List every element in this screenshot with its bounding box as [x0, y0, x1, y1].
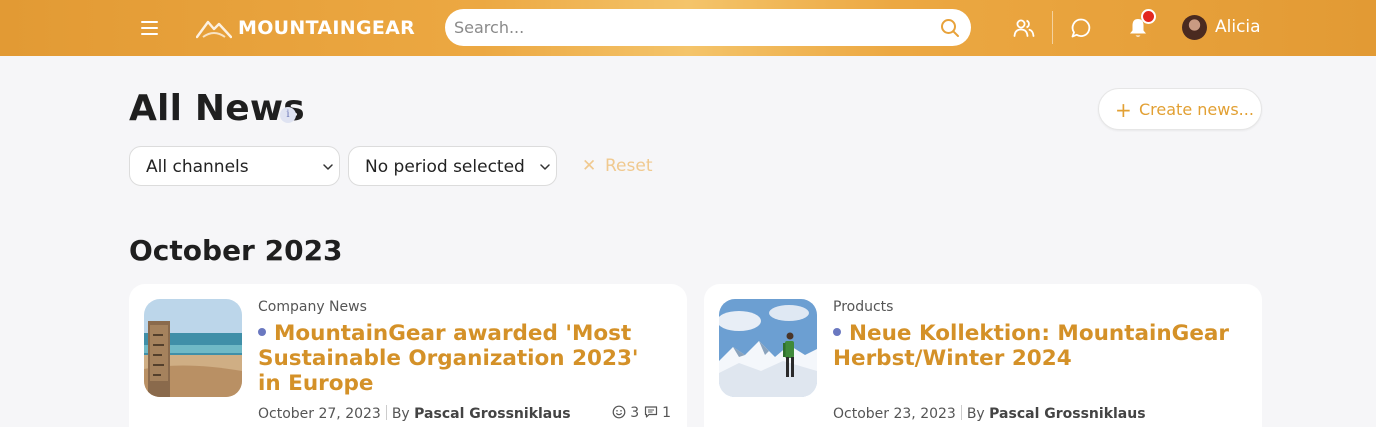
by-label: By — [391, 406, 410, 422]
mountain-logo-icon — [196, 20, 232, 39]
period-select-value: No period selected — [365, 157, 525, 177]
logo-text: MOUNTAINGEAR — [238, 17, 416, 39]
create-news-button[interactable]: + Create news... — [1098, 88, 1262, 130]
news-card[interactable]: Company News MountainGear awarded 'Most … — [129, 284, 687, 427]
news-title: MountainGear awarded 'Most Sustainable O… — [258, 321, 639, 396]
meta-divider — [385, 405, 387, 420]
comment-count: 1 — [662, 405, 671, 421]
channel-select[interactable]: All channels — [129, 146, 340, 186]
news-author[interactable]: Pascal Grossniklaus — [414, 406, 570, 422]
header-divider — [1052, 11, 1053, 44]
meta-divider — [960, 405, 962, 420]
search-icon[interactable] — [940, 18, 960, 38]
smiley-icon — [612, 405, 626, 419]
reaction-count: 3 — [630, 405, 640, 421]
page-title: All News — [129, 88, 305, 129]
comment-icon — [644, 406, 657, 418]
period-select[interactable]: No period selected — [348, 146, 557, 186]
info-icon[interactable]: i — [280, 107, 296, 123]
news-author[interactable]: Pascal Grossniklaus — [989, 406, 1145, 422]
news-stats: 3 1 — [612, 405, 671, 421]
create-news-label: Create news... — [1139, 100, 1254, 119]
unread-dot — [833, 328, 841, 336]
news-meta: October 23, 2023 By Pascal Grossniklaus — [833, 405, 1146, 422]
news-meta: October 27, 2023 By Pascal Grossniklaus — [258, 405, 571, 422]
user-name[interactable]: Alicia — [1215, 17, 1261, 37]
chevron-down-icon — [540, 164, 550, 170]
unread-dot — [258, 328, 266, 336]
menu-icon[interactable] — [140, 18, 160, 38]
news-thumbnail-beach — [144, 299, 242, 397]
by-label: By — [966, 406, 985, 422]
news-title: Neue Kollektion: MountainGear Herbst/Win… — [833, 321, 1230, 371]
news-title-link[interactable]: MountainGear awarded 'Most Sustainable O… — [258, 321, 668, 396]
notification-badge — [1141, 9, 1156, 24]
news-category: Products — [833, 299, 894, 315]
logo[interactable]: MOUNTAINGEAR — [196, 12, 415, 44]
news-title-link[interactable]: Neue Kollektion: MountainGear Herbst/Win… — [833, 321, 1243, 371]
avatar[interactable] — [1182, 15, 1207, 40]
news-thumbnail-mountain — [719, 299, 817, 397]
reset-label: Reset — [605, 156, 653, 176]
plus-icon: + — [1115, 98, 1132, 122]
close-icon: ✕ — [582, 156, 597, 176]
news-date: October 23, 2023 — [833, 406, 956, 422]
search-input[interactable] — [454, 9, 924, 46]
people-icon[interactable] — [1012, 16, 1036, 40]
month-heading: October 2023 — [129, 234, 343, 267]
news-card[interactable]: Products Neue Kollektion: MountainGear H… — [704, 284, 1262, 427]
top-bar: MOUNTAINGEAR Alicia — [0, 0, 1376, 56]
chat-icon[interactable] — [1069, 16, 1093, 40]
search-bar — [445, 9, 971, 46]
news-category: Company News — [258, 299, 367, 315]
news-date: October 27, 2023 — [258, 406, 381, 422]
channel-select-value: All channels — [146, 157, 249, 177]
chevron-down-icon — [323, 164, 333, 170]
